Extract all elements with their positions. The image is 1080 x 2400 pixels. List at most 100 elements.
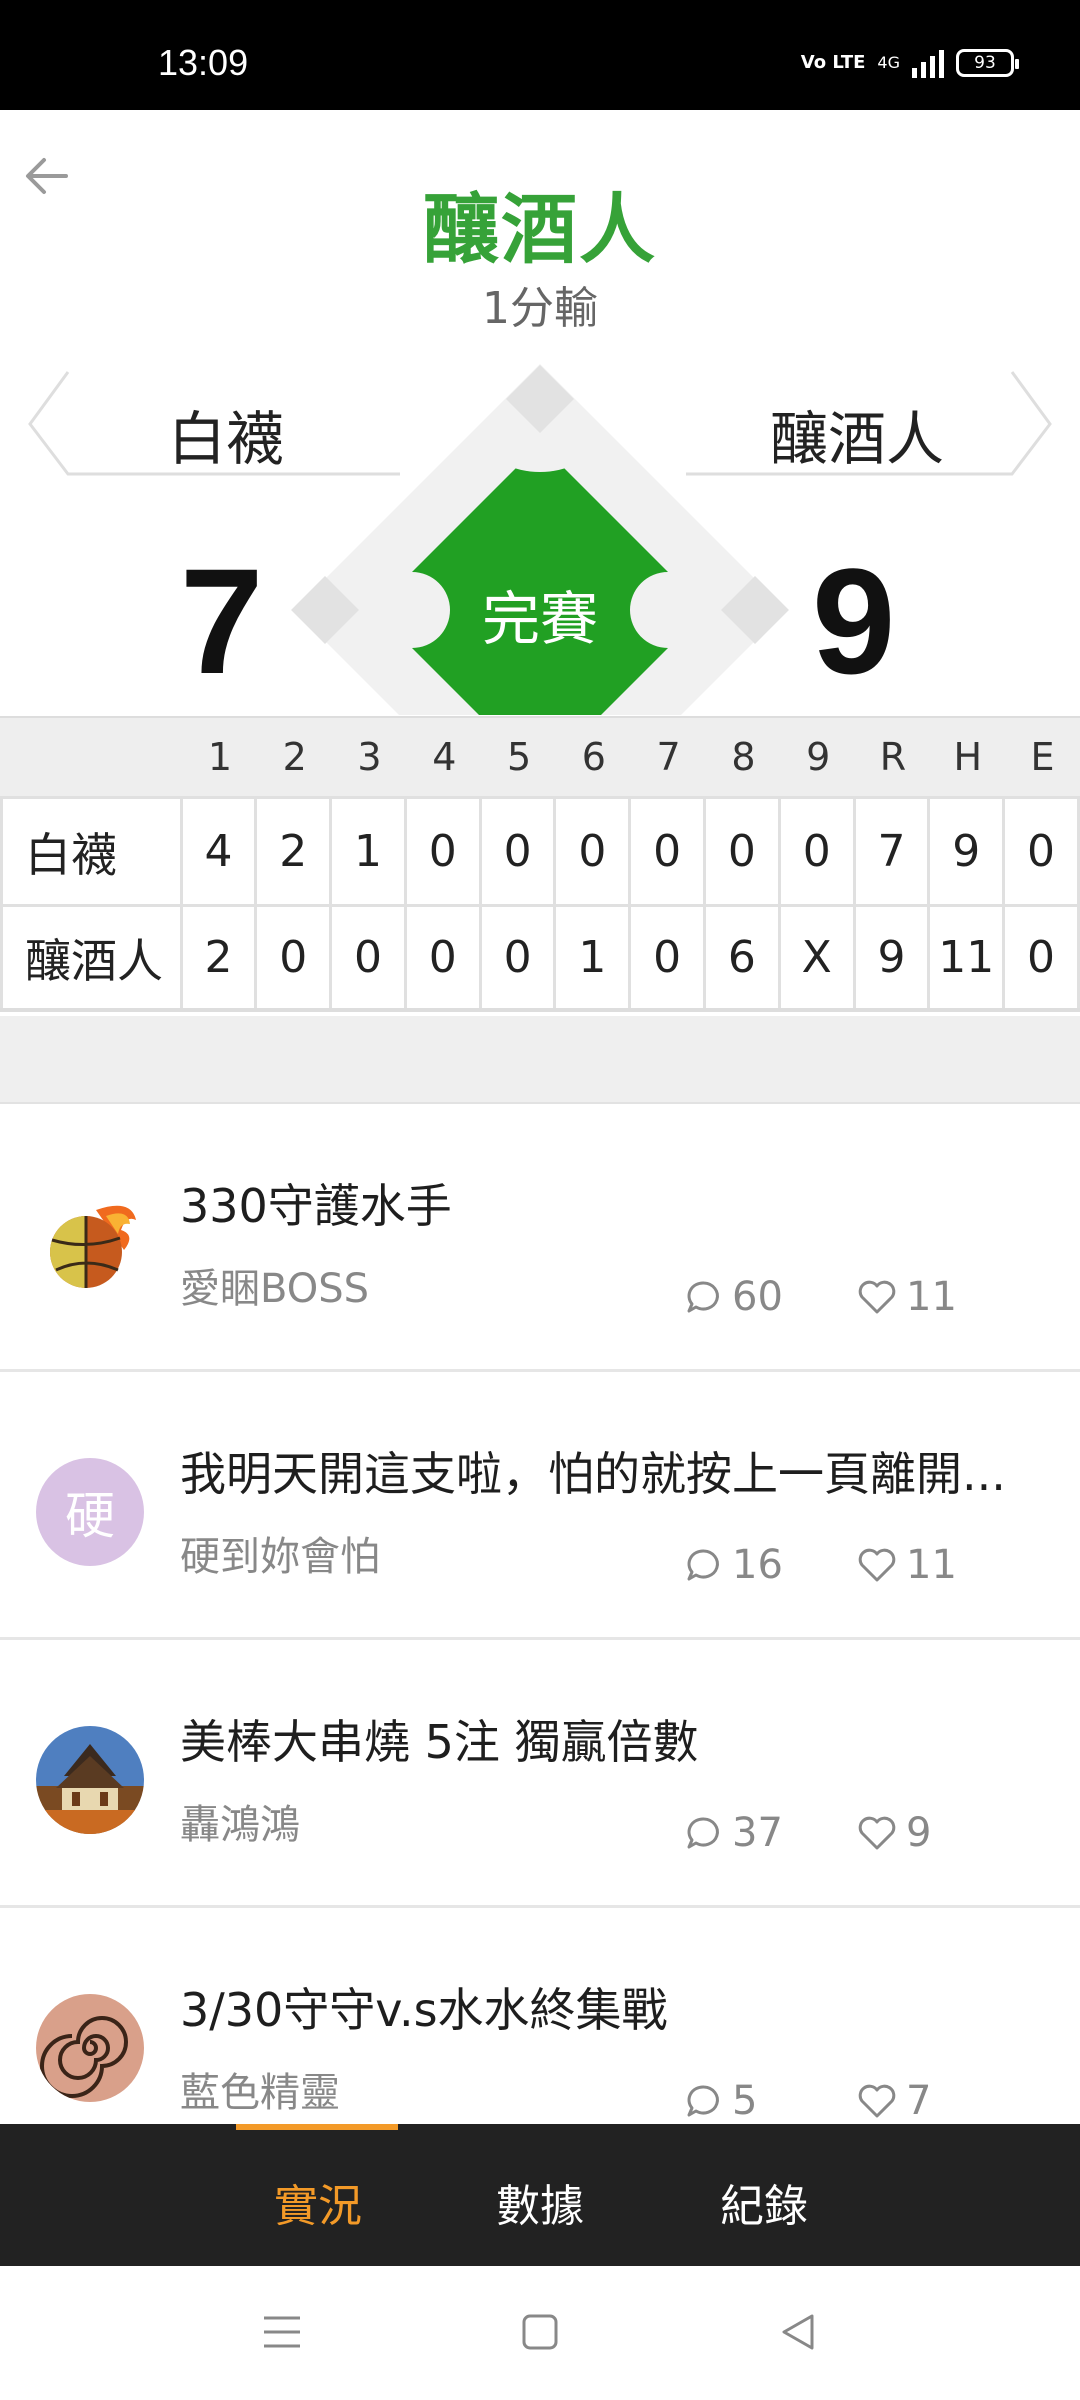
post-title: 我明天開這支啦，怕的就按上一頁離開... bbox=[180, 1447, 1006, 1501]
table-cell: 11 bbox=[930, 907, 1006, 1008]
like-count-value: 11 bbox=[906, 1542, 957, 1588]
page-title: 釀酒人 bbox=[423, 185, 657, 274]
home-team-name: 釀酒人 bbox=[770, 405, 945, 473]
away-team-name: 白襪 bbox=[168, 405, 285, 473]
column-header: 9 bbox=[806, 735, 831, 779]
table-cell: 0 bbox=[556, 799, 632, 904]
home-square-icon[interactable] bbox=[520, 2310, 560, 2358]
table-cell: 0 bbox=[631, 799, 707, 904]
table-cell: 0 bbox=[1005, 799, 1080, 904]
list-item[interactable]: 美棒大串燒 5注 獨贏倍數 轟鴻鴻 37 9 bbox=[0, 1640, 1080, 1908]
post-title: 3/30守守v.s水水終集戰 bbox=[180, 1983, 668, 2037]
heart-icon bbox=[858, 1816, 896, 1850]
like-count-value: 7 bbox=[906, 2078, 932, 2124]
result-text: 1分輸 bbox=[482, 283, 598, 334]
column-header: H bbox=[953, 735, 983, 779]
temple-photo-icon bbox=[36, 1726, 144, 1834]
battery-icon: 93 bbox=[956, 49, 1019, 77]
table-cell: 4 bbox=[183, 799, 258, 904]
like-count[interactable]: 9 bbox=[856, 1810, 931, 1856]
comment-count[interactable]: 60 bbox=[684, 1274, 783, 1320]
comment-count[interactable]: 5 bbox=[684, 2078, 757, 2124]
table-cell: 0 bbox=[482, 907, 557, 1008]
table-cell: 7 bbox=[856, 799, 931, 904]
line-score-table: 1 2 3 4 5 6 7 8 9 R H E 白襪 4 2 1 0 0 0 0… bbox=[0, 716, 1080, 1012]
post-author: 轟鴻鴻 bbox=[180, 1802, 300, 1848]
post-author: 硬到妳會怕 bbox=[180, 1534, 380, 1580]
table-cell: 0 bbox=[407, 799, 482, 904]
post-title: 美棒大串燒 5注 獨贏倍數 bbox=[180, 1715, 699, 1769]
column-header: 4 bbox=[432, 735, 457, 779]
system-nav-bar bbox=[0, 2266, 1080, 2400]
table-cell: 0 bbox=[332, 907, 407, 1008]
volte-icon: Vo LTE bbox=[800, 52, 866, 73]
table-cell: 0 bbox=[781, 799, 856, 904]
comment-icon bbox=[687, 1549, 719, 1581]
status-time: 13:09 bbox=[158, 42, 249, 83]
like-count[interactable]: 7 bbox=[856, 2078, 931, 2124]
back-triangle-icon[interactable] bbox=[778, 2310, 818, 2358]
table-row: 白襪 4 2 1 0 0 0 0 0 0 7 9 0 bbox=[0, 796, 1080, 904]
baseball-diamond bbox=[290, 360, 790, 715]
table-cell: 2 bbox=[183, 907, 258, 1008]
comment-count-value: 5 bbox=[732, 2078, 758, 2124]
like-count-value: 9 bbox=[906, 1810, 932, 1856]
away-score: 7 bbox=[180, 537, 264, 705]
comment-count-value: 37 bbox=[732, 1810, 783, 1856]
bottom-tab-bar: 實況 數據 紀錄 bbox=[0, 2124, 1080, 2266]
tab-live[interactable]: 實況 bbox=[274, 2170, 362, 2234]
status-icons: Vo LTE 4G 93 bbox=[800, 48, 1019, 78]
like-count-value: 11 bbox=[906, 1274, 957, 1320]
section-divider bbox=[0, 1016, 1080, 1104]
column-header: 6 bbox=[581, 735, 606, 779]
column-header: 1 bbox=[207, 735, 233, 779]
column-header: R bbox=[879, 735, 907, 779]
table-cell: 0 bbox=[706, 799, 781, 904]
comment-icon bbox=[687, 1817, 719, 1849]
game-status: 完賽 bbox=[481, 585, 598, 653]
heart-icon bbox=[858, 1548, 896, 1582]
home-score: 9 bbox=[812, 537, 896, 705]
list-item[interactable]: 硬 我明天開這支啦，怕的就按上一頁離開... 硬到妳會怕 16 11 bbox=[0, 1372, 1080, 1640]
table-cell: X bbox=[781, 907, 856, 1008]
table-cell: 1 bbox=[556, 907, 632, 1008]
table-cell: 9 bbox=[856, 907, 931, 1008]
line-score-header: 1 2 3 4 5 6 7 8 9 R H E bbox=[0, 718, 1080, 796]
signal-icon bbox=[912, 48, 944, 78]
column-header: 7 bbox=[656, 735, 681, 779]
active-tab-indicator bbox=[236, 2124, 398, 2130]
comment-count-value: 60 bbox=[732, 1274, 783, 1320]
column-header: 8 bbox=[731, 735, 756, 779]
heart-icon bbox=[858, 1280, 896, 1314]
table-cell: 0 bbox=[257, 907, 333, 1008]
row-team-name: 白襪 bbox=[0, 799, 183, 904]
like-count[interactable]: 11 bbox=[856, 1274, 957, 1320]
tab-stats[interactable]: 數據 bbox=[496, 2170, 584, 2234]
post-title: 330守護水手 bbox=[180, 1179, 452, 1233]
table-cell: 9 bbox=[930, 799, 1006, 904]
table-cell: 6 bbox=[706, 907, 781, 1008]
comment-icon bbox=[687, 2085, 719, 2117]
comment-count[interactable]: 16 bbox=[684, 1542, 783, 1588]
tab-records[interactable]: 紀錄 bbox=[720, 2170, 808, 2234]
table-cell: 0 bbox=[407, 907, 482, 1008]
avatar: 硬 bbox=[36, 1458, 144, 1566]
list-item[interactable]: 330守護水手 愛睏BOSS 60 11 bbox=[0, 1104, 1080, 1372]
table-row: 釀酒人 2 0 0 0 0 1 0 6 X 9 11 0 bbox=[0, 904, 1080, 1012]
column-header: 2 bbox=[282, 735, 307, 779]
comment-count-value: 16 bbox=[732, 1542, 783, 1588]
menu-icon[interactable] bbox=[262, 2310, 302, 2358]
fireball-ball-icon bbox=[36, 1190, 144, 1298]
column-header: 5 bbox=[506, 735, 532, 779]
row-team-name: 釀酒人 bbox=[0, 907, 183, 1008]
network-type-icon: 4G bbox=[877, 53, 900, 72]
table-cell: 0 bbox=[1005, 907, 1080, 1008]
table-cell: 0 bbox=[482, 799, 557, 904]
comment-count[interactable]: 37 bbox=[684, 1810, 783, 1856]
column-header: E bbox=[1030, 735, 1055, 779]
post-author: 藍色精靈 bbox=[180, 2070, 340, 2116]
post-author: 愛睏BOSS bbox=[180, 1266, 370, 1312]
comment-icon bbox=[687, 1281, 719, 1313]
table-cell: 0 bbox=[631, 907, 707, 1008]
like-count[interactable]: 11 bbox=[856, 1542, 957, 1588]
